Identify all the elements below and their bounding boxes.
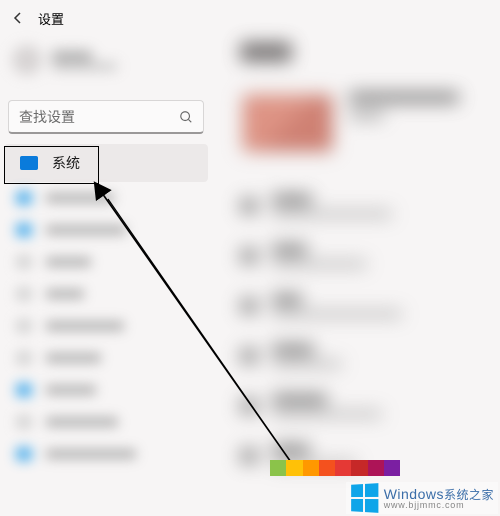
nav-list: 系统 (0, 144, 212, 470)
nav-item-blurred[interactable] (0, 406, 212, 438)
app-title: 设置 (38, 9, 64, 28)
search-box[interactable] (8, 100, 204, 134)
nav-label: 系统 (52, 153, 80, 173)
system-icon (20, 156, 38, 170)
nav-item-blurred[interactable] (0, 278, 212, 310)
nav-item-blurred[interactable] (0, 310, 212, 342)
nav-item-blurred[interactable] (0, 438, 212, 470)
watermark: Windows系统之家 www.bjjmmc.com (346, 482, 498, 514)
nav-item-blurred[interactable] (0, 214, 212, 246)
account-block[interactable] (0, 42, 212, 78)
windows-logo-icon (351, 483, 378, 513)
avatar (12, 45, 42, 75)
decorative-gradient (270, 460, 400, 476)
nav-item-blurred[interactable] (0, 182, 212, 214)
nav-item-system[interactable]: 系统 (4, 144, 208, 182)
back-button[interactable] (10, 10, 26, 26)
nav-item-blurred[interactable] (0, 246, 212, 278)
nav-item-blurred[interactable] (0, 374, 212, 406)
nav-item-blurred[interactable] (0, 342, 212, 374)
content-pane (240, 36, 500, 516)
search-icon (179, 110, 193, 124)
search-input[interactable] (19, 109, 159, 125)
